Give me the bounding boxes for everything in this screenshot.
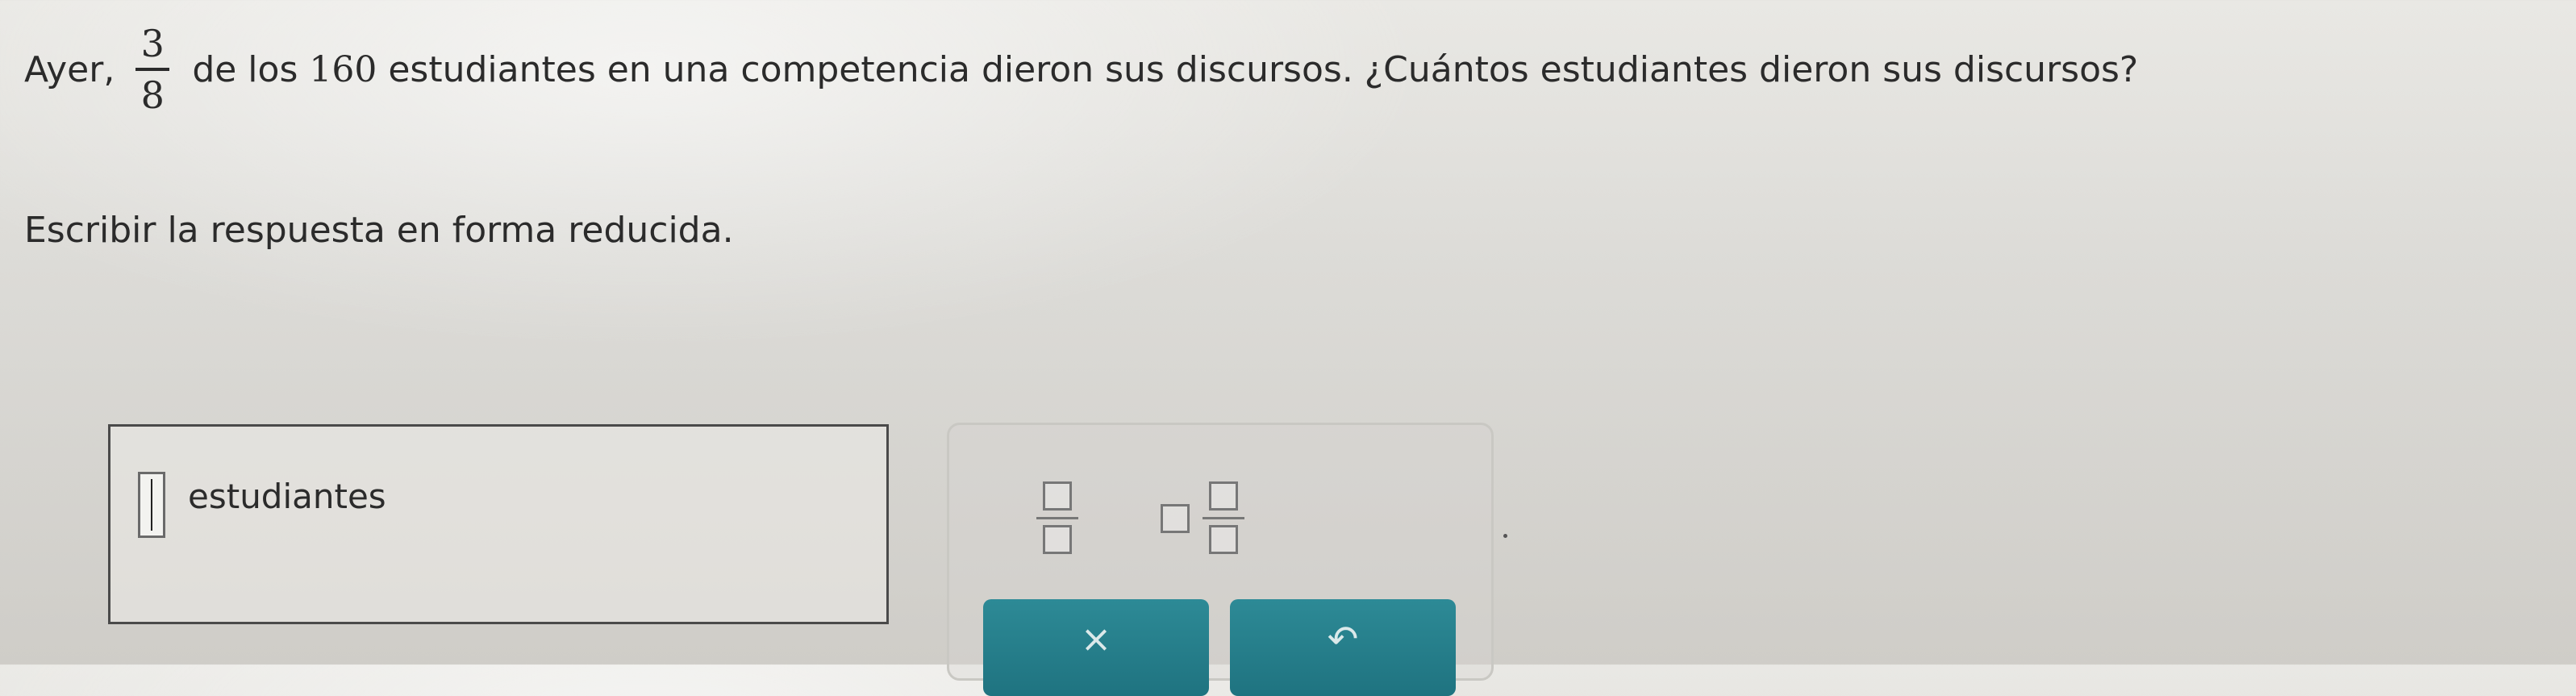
question-suffix: estudiantes en una competencia dieron su… — [388, 48, 2139, 90]
fraction-denominator: 8 — [140, 73, 165, 118]
instruction-text: Escribir la respuesta en forma reducida. — [24, 210, 734, 251]
question-prefix: Ayer, — [24, 48, 115, 90]
fraction-numerator: 3 — [140, 22, 165, 65]
fraction-template-denominator-box — [1043, 525, 1072, 554]
answer-input[interactable] — [138, 472, 165, 538]
fraction-bar — [135, 68, 170, 72]
mixed-number-numerator-box — [1209, 481, 1238, 511]
mixed-number-denominator-box — [1209, 525, 1238, 554]
question-text: Ayer, 3 8 de los 160 estudiantes en una … — [24, 24, 2557, 115]
mixed-number-line — [1203, 517, 1244, 519]
question-fraction: 3 8 — [135, 22, 170, 118]
question-middle: de los — [192, 48, 298, 90]
close-icon: × — [1080, 617, 1112, 661]
mixed-number-template-icon — [1161, 504, 1190, 533]
undo-button[interactable]: ↶ — [1230, 599, 1456, 696]
fraction-template-icon — [1043, 481, 1072, 511]
math-toolbar: × ↶ — [947, 423, 1494, 696]
fraction-template-line — [1036, 517, 1078, 519]
answer-box: estudiantes — [108, 424, 889, 624]
clear-button[interactable]: × — [983, 599, 1209, 696]
answer-unit-label: estudiantes — [188, 477, 386, 516]
decorative-dot — [1503, 534, 1507, 538]
question-number: 160 — [309, 48, 377, 90]
fraction-template-button[interactable] — [1025, 457, 1090, 562]
undo-icon: ↶ — [1327, 617, 1359, 661]
mixed-number-template-button[interactable] — [1151, 457, 1256, 562]
